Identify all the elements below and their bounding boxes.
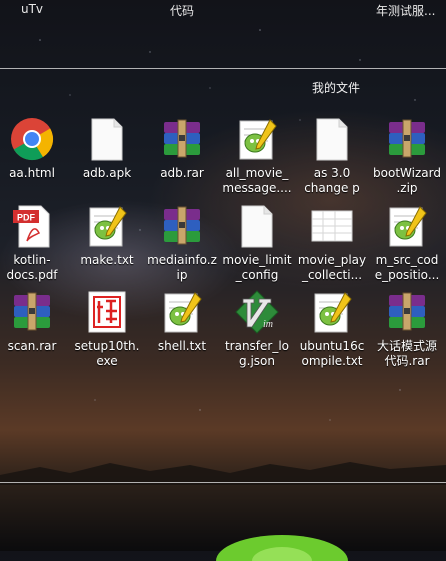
folder-title[interactable]: 我的文件: [312, 79, 360, 96]
svg-text:PDF: PDF: [17, 213, 36, 223]
file-item[interactable]: im transfer_log.json: [222, 283, 292, 369]
file-item[interactable]: shell.txt: [147, 283, 217, 354]
svg-text:im: im: [263, 319, 273, 330]
file-item[interactable]: mediainfo.zip: [147, 197, 217, 283]
notepadpp-icon: [234, 116, 280, 162]
file-label: mediainfo.zip: [147, 253, 217, 282]
file-label: scan.rar: [7, 339, 57, 353]
pdf-icon: PDF: [9, 203, 55, 249]
winrar-icon: [159, 116, 205, 162]
file-label: all_movie_message....: [222, 166, 292, 195]
desktop-top-strip: uTv 代码 年测试服...: [0, 0, 446, 22]
file-item[interactable]: make.txt: [72, 197, 142, 268]
seal-icon: [84, 289, 130, 335]
chrome-icon: [9, 116, 55, 162]
top-item-test-server[interactable]: 年测试服...: [376, 2, 435, 19]
file-label: movie_play_collecti...: [297, 253, 367, 282]
notepadpp-icon: [159, 289, 205, 335]
document-icon: [84, 116, 130, 162]
file-item[interactable]: movie_limit_config: [222, 197, 292, 283]
file-label: 大话模式源代码.rar: [376, 339, 437, 368]
file-label: movie_limit_config: [222, 253, 292, 282]
file-label: adb.rar: [160, 166, 204, 180]
file-label: make.txt: [80, 253, 134, 267]
document-icon: [234, 203, 280, 249]
file-label: adb.apk: [82, 166, 132, 180]
file-item[interactable]: adb.rar: [147, 110, 217, 181]
notepadpp-icon: [309, 289, 355, 335]
file-item[interactable]: ubuntu16compile.txt: [297, 283, 367, 369]
document-icon: [309, 116, 355, 162]
file-item[interactable]: PDF kotlin-docs.pdf: [0, 197, 67, 283]
notepadpp-icon: [384, 203, 430, 249]
file-label: transfer_log.json: [224, 339, 290, 368]
file-item[interactable]: bootWizard.zip: [372, 110, 442, 196]
file-label: bootWizard.zip: [373, 166, 441, 195]
file-item[interactable]: movie_play_collecti...: [297, 197, 367, 283]
divider-bottom: [0, 482, 446, 483]
file-item[interactable]: 大话模式源代码.rar: [372, 283, 442, 369]
vim-icon: im: [234, 289, 280, 335]
file-label: setup10th.exe: [74, 339, 140, 368]
top-item-code[interactable]: 代码: [170, 2, 194, 19]
file-item[interactable]: aa.html: [0, 110, 67, 181]
wallpaper-mountains: [0, 462, 446, 485]
winrar-icon: [159, 203, 205, 249]
file-item[interactable]: scan.rar: [0, 283, 67, 354]
wallpaper-tent: [216, 535, 348, 561]
file-label: kotlin-docs.pdf: [6, 253, 58, 282]
winrar-icon: [9, 289, 55, 335]
file-label: ubuntu16compile.txt: [299, 339, 365, 368]
winrar-icon: [384, 289, 430, 335]
file-item[interactable]: setup10th.exe: [72, 283, 142, 369]
file-item[interactable]: all_movie_message....: [222, 110, 292, 196]
file-item[interactable]: m_src_code_positio...: [372, 197, 442, 283]
file-label: aa.html: [9, 166, 55, 180]
file-label: as 3.0 change p: [304, 166, 360, 195]
file-item[interactable]: as 3.0 change p: [297, 110, 367, 196]
spreadsheet-icon: [309, 203, 355, 249]
file-label: m_src_code_positio...: [374, 253, 440, 282]
file-item[interactable]: adb.apk: [72, 110, 142, 181]
top-item-utv[interactable]: uTv: [21, 2, 43, 16]
divider-top: [0, 68, 446, 69]
file-label: shell.txt: [157, 339, 207, 353]
winrar-icon: [384, 116, 430, 162]
notepadpp-icon: [84, 203, 130, 249]
